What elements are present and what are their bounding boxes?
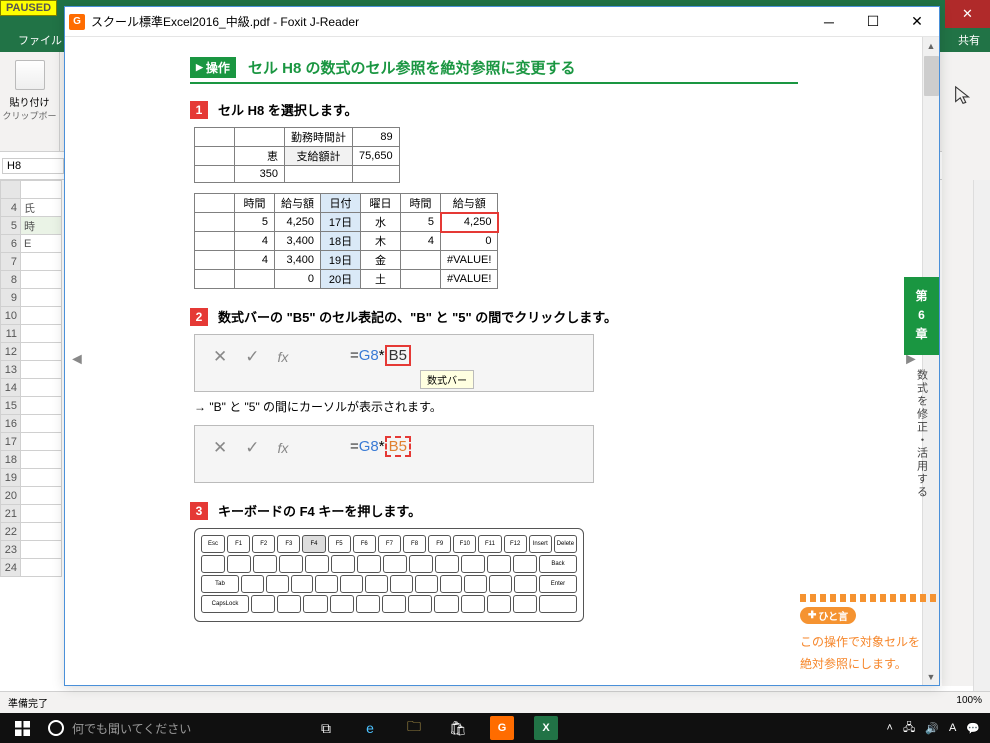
key-f1: F1 xyxy=(227,535,250,553)
formula-bar-screenshot-1: ✕ ✓ fx =G8*B5 数式バー xyxy=(194,334,594,392)
scroll-up-icon[interactable]: ▲ xyxy=(923,37,939,54)
confirm-check-icon: ✓ xyxy=(245,438,259,458)
key-delete: Delete xyxy=(554,535,577,553)
tray-volume-icon[interactable]: 🔊 xyxy=(925,722,939,735)
foxit-minimize-button[interactable]: ─ xyxy=(807,7,851,36)
clipboard-group: 貼り付け クリップボー xyxy=(0,52,60,151)
chapter-number-box: 第 6 章 xyxy=(904,277,939,355)
foxit-title: スクール標準Excel2016_中級.pdf - Foxit J-Reader xyxy=(91,13,807,30)
confirm-check-icon: ✓ xyxy=(245,347,259,367)
key-f2: F2 xyxy=(252,535,275,553)
selected-cell-h8: 4,250 xyxy=(441,213,498,232)
cortana-icon xyxy=(48,720,64,736)
operation-header: 操作 セル H8 の数式のセル参照を絶対参照に変更する xyxy=(190,57,798,84)
scroll-thumb[interactable] xyxy=(924,56,939,96)
key-f8: F8 xyxy=(403,535,426,553)
foxit-close-button[interactable]: ✕ xyxy=(895,7,939,36)
step-text: セル H8 を選択します。 xyxy=(218,100,358,119)
document-content: 操作 セル H8 の数式のセル参照を絶対参照に変更する 1 セル H8 を選択し… xyxy=(85,37,903,685)
start-button[interactable] xyxy=(0,713,44,743)
cursor-icon xyxy=(952,85,974,107)
formula-bar-tooltip: 数式バー xyxy=(420,370,474,389)
key-f7: F7 xyxy=(378,535,401,553)
hint-text: この操作で対象セルを 絶対参照にします。 xyxy=(800,632,936,675)
paste-icon[interactable] xyxy=(15,60,45,90)
hint-box: ひと言 この操作で対象セルを 絶対参照にします。 xyxy=(800,594,936,675)
keyboard-diagram: Esc F1 F2 F3 F4 F5 F6 F7 F8 F9 F10 F11 F… xyxy=(194,528,584,622)
cortana-search[interactable]: 何でも聞いてください xyxy=(44,720,304,737)
name-box[interactable]: H8 xyxy=(2,158,64,174)
excel-statusbar: 準備完了 100% xyxy=(0,691,990,713)
step-number: 1 xyxy=(190,101,208,119)
operation-title: セル H8 の数式のセル参照を絶対参照に変更する xyxy=(248,57,576,78)
key-insert: Insert xyxy=(529,535,552,553)
chapter-subtitle: 数式を修正・活用する xyxy=(914,369,930,499)
foxit-taskbar-icon[interactable]: G xyxy=(480,713,524,743)
tray-notifications-icon[interactable]: 💬 xyxy=(966,722,980,735)
fx-icon: fx xyxy=(278,349,289,365)
excel-taskbar-icon[interactable]: X xyxy=(524,713,568,743)
tray-network-icon[interactable]: 🖧 xyxy=(903,719,915,738)
task-view-button[interactable]: ⧉ xyxy=(304,713,348,743)
foxit-window: G スクール標準Excel2016_中級.pdf - Foxit J-Reade… xyxy=(64,6,940,686)
edge-icon[interactable]: e xyxy=(348,713,392,743)
key-f12: F12 xyxy=(504,535,527,553)
key-f6: F6 xyxy=(353,535,376,553)
system-tray[interactable]: ˄ 🖧 🔊 A 💬 xyxy=(887,719,990,738)
formula-text: =G8*B5 xyxy=(350,347,411,364)
key-f4-highlighted: F4 xyxy=(302,535,325,553)
screenshot-table-top: 勤務時間計89 恵支給額計75,650 350 xyxy=(194,127,400,183)
search-placeholder: 何でも聞いてください xyxy=(72,720,191,737)
status-ready: 準備完了 xyxy=(8,695,48,710)
key-f10: F10 xyxy=(453,535,476,553)
foxit-maximize-button[interactable]: ☐ xyxy=(851,7,895,36)
step-number: 3 xyxy=(190,502,208,520)
step-text: 数式バーの "B5" のセル表記の、"B" と "5" の間でクリックします。 xyxy=(218,307,617,326)
paste-label: 貼り付け xyxy=(0,94,59,109)
cancel-x-icon: ✕ xyxy=(213,347,227,367)
step-1: 1 セル H8 を選択します。 xyxy=(190,100,798,119)
chapter-side-tab: 第 6 章 数式を修正・活用する xyxy=(904,277,939,499)
screenshot-table-main: 時間 給与額 日付 曜日 時間 給与額 54,25017日水54,250 43,… xyxy=(194,193,498,289)
key-esc: Esc xyxy=(201,535,225,553)
hint-decorative-bar xyxy=(800,594,936,602)
step-number: 2 xyxy=(190,308,208,326)
excel-sheet-area[interactable]: 4氏 5時 6E 7 8 9 10 11 12 13 14 15 16 17 1… xyxy=(0,180,62,577)
tray-ime-indicator[interactable]: A xyxy=(949,722,956,734)
excel-close[interactable]: ✕ xyxy=(945,0,990,28)
operation-badge: 操作 xyxy=(190,57,236,78)
step-text: キーボードの F4 キーを押します。 xyxy=(218,501,421,520)
formula-text: =G8*B5 xyxy=(350,438,411,455)
step-2: 2 数式バーの "B5" のセル表記の、"B" と "5" の間でクリックします… xyxy=(190,307,798,326)
clipboard-group-label: クリップボー xyxy=(0,109,59,122)
excel-share-button[interactable]: 共有 xyxy=(948,28,990,52)
windows-taskbar[interactable]: 何でも聞いてください ⧉ e 🗀 🛍 G X ˄ 🖧 🔊 A 💬 xyxy=(0,713,990,743)
key-f3: F3 xyxy=(277,535,300,553)
paused-badge: PAUSED xyxy=(0,0,57,16)
formula-bar-screenshot-2: ✕ ✓ fx =G8*B5 xyxy=(194,425,594,483)
prev-page-arrow[interactable]: ◄ xyxy=(69,351,83,371)
cancel-x-icon: ✕ xyxy=(213,438,227,458)
foxit-app-icon: G xyxy=(69,14,85,30)
arrow-note: → "B" と "5" の間にカーソルが表示されます。 xyxy=(194,398,798,415)
zoom-level[interactable]: 100% xyxy=(956,695,982,710)
fx-icon: fx xyxy=(278,440,289,456)
excel-vscroll[interactable] xyxy=(973,180,990,693)
foxit-body: ◄ ► ▲ ▼ 操作 セル H8 の数式のセル参照を絶対参照に変更する 1 セル… xyxy=(65,37,939,685)
step-3: 3 キーボードの F4 キーを押します。 xyxy=(190,501,798,520)
hint-badge: ひと言 xyxy=(800,607,856,624)
store-icon[interactable]: 🛍 xyxy=(436,713,480,743)
key-f5: F5 xyxy=(328,535,351,553)
key-f11: F11 xyxy=(478,535,501,553)
tray-chevron-icon[interactable]: ˄ xyxy=(887,722,893,734)
foxit-titlebar[interactable]: G スクール標準Excel2016_中級.pdf - Foxit J-Reade… xyxy=(65,7,939,37)
key-f9: F9 xyxy=(428,535,451,553)
explorer-icon[interactable]: 🗀 xyxy=(392,713,436,743)
